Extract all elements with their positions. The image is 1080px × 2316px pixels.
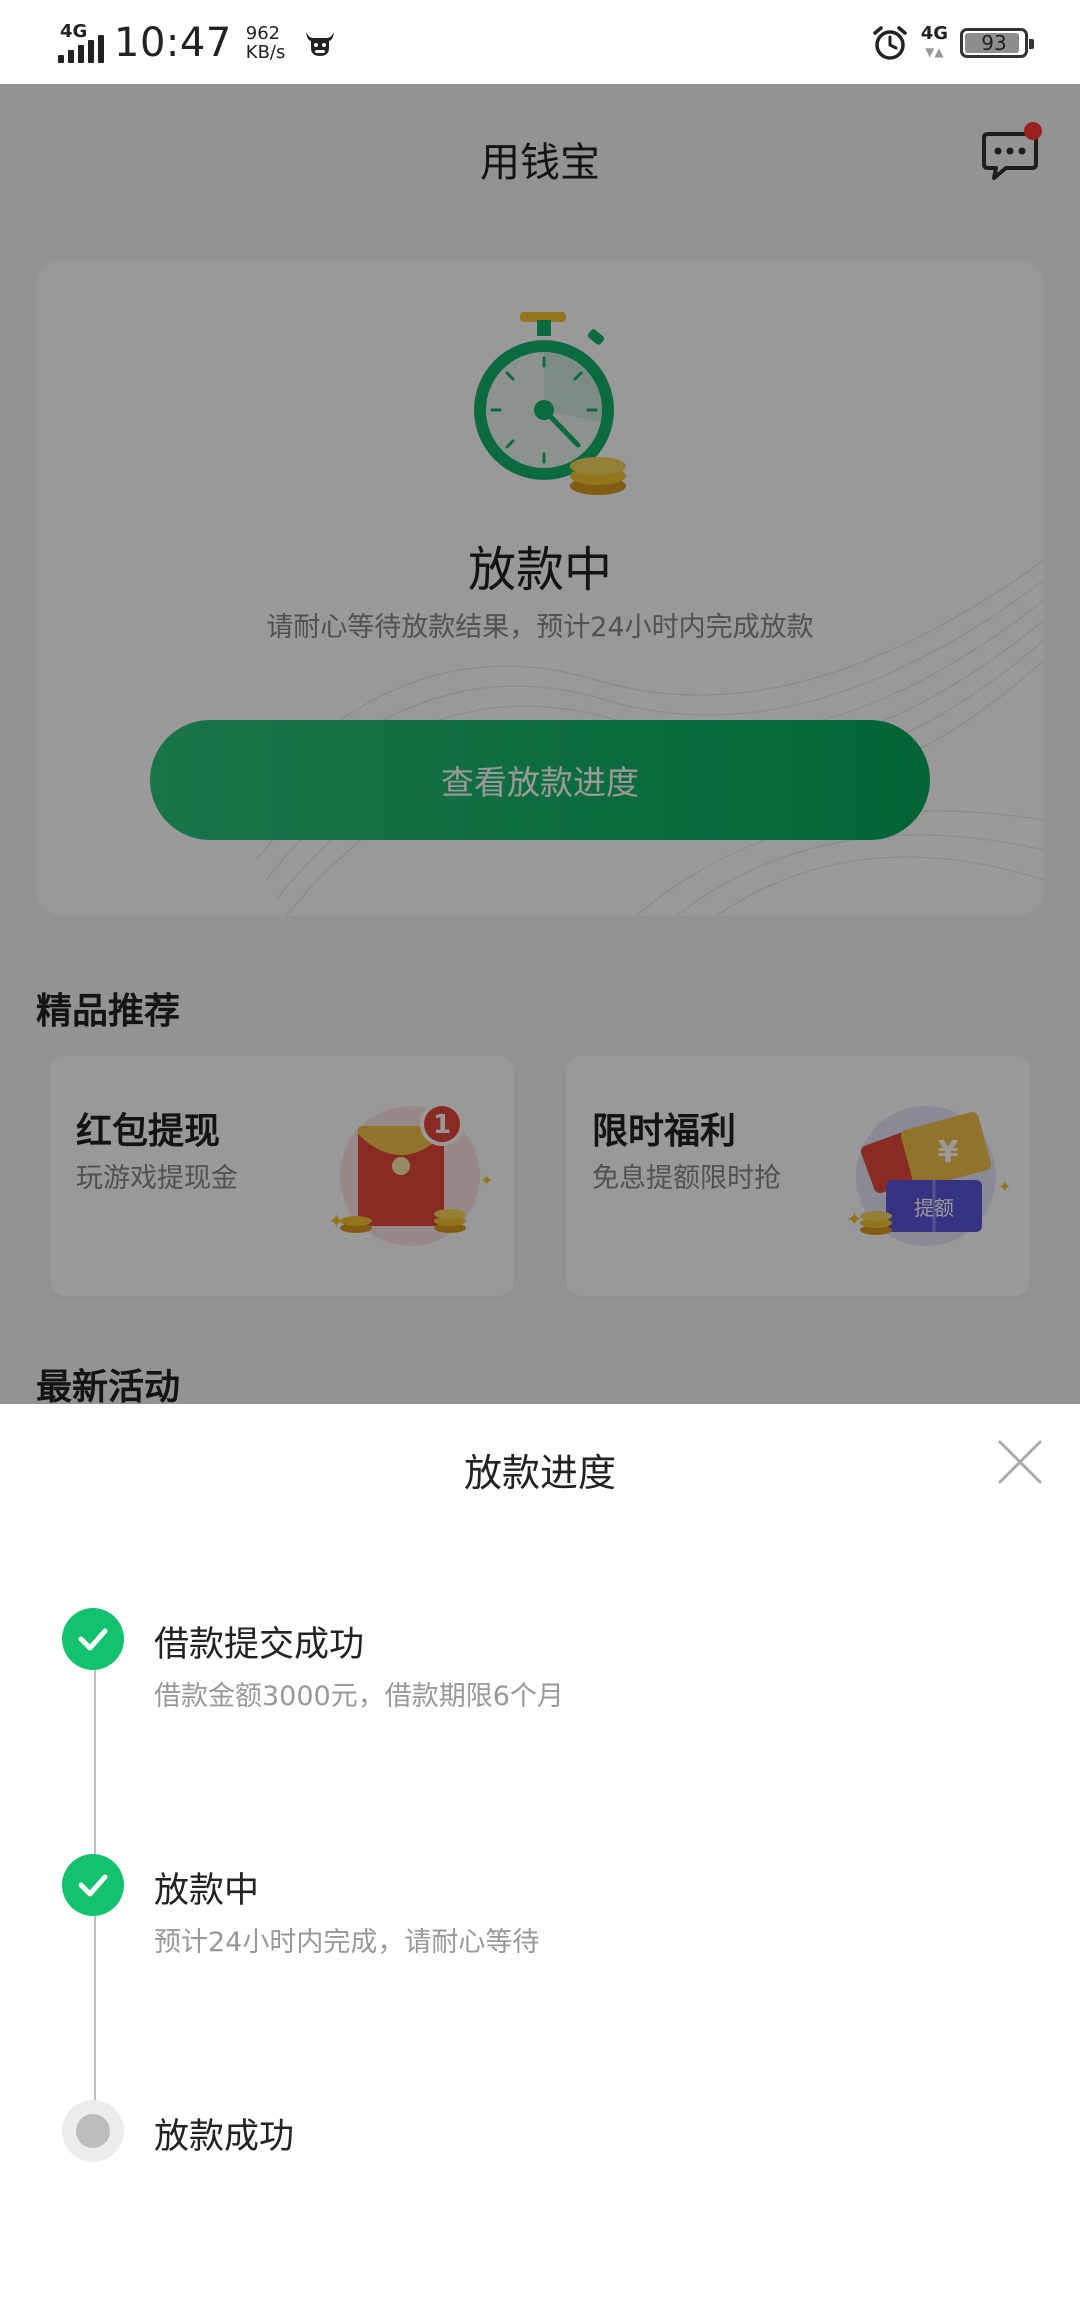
step-description: 预计24小时内完成，请耐心等待: [154, 1927, 540, 1958]
network-speed: 962 KB/s: [246, 24, 286, 62]
check-icon: [62, 1854, 124, 1916]
speed-value: 962: [245, 23, 281, 44]
sheet-title: 放款进度: [463, 1451, 616, 1495]
alarm-clock-icon: [872, 26, 907, 60]
data-arrows-icon: ▼▲: [925, 45, 944, 59]
status-bar: 4G 10:47 962 KB/s 4G ▼▲ 93: [0, 0, 1080, 84]
step-description: 借款金额3000元，借款期限6个月: [154, 1681, 564, 1712]
clock: 10:47: [114, 20, 232, 66]
cellular-signal-icon: 4G: [58, 21, 104, 65]
step-title: 放款中: [154, 1871, 260, 1911]
bull-app-icon: [306, 32, 335, 56]
data-network-indicator: 4G ▼▲: [921, 25, 948, 61]
step-title: 借款提交成功: [154, 1625, 365, 1665]
loan-progress-sheet: 放款进度 借款提交成功 借款金额3000元，借款期限6个月 放款中 预计24小时…: [0, 1404, 1080, 2316]
battery-icon: 93: [960, 28, 1034, 58]
pending-dot-icon: [62, 2100, 124, 2162]
check-icon: [62, 1608, 124, 1670]
speed-unit: KB/s: [245, 42, 286, 63]
battery-level: 93: [981, 31, 1007, 55]
data-network-label: 4G: [920, 23, 948, 44]
modal-backdrop[interactable]: [0, 84, 1080, 1404]
close-icon[interactable]: [996, 1438, 1044, 1486]
step-title: 放款成功: [154, 2117, 295, 2157]
